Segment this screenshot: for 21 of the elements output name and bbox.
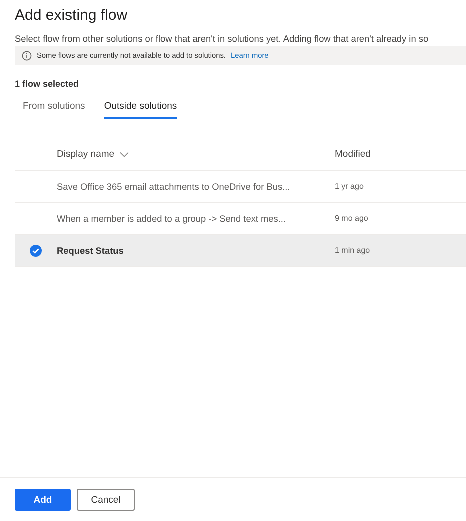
table-row[interactable]: Request Status 1 min ago (15, 235, 466, 267)
selection-count: 1 flow selected (15, 79, 80, 89)
column-header-label: Display name (57, 149, 115, 160)
column-header[interactable]: Modified (335, 149, 466, 160)
dialog-title: Add existing flow (15, 6, 129, 26)
table-cell-text: When a member is added to a group -> Send text mes... (57, 214, 288, 224)
tab[interactable]: From solutions (23, 101, 86, 119)
description-text: Select flow from other solutions or flow that aren't in solutions yet. Adding flow that aren't already in so (15, 34, 430, 44)
cancel-button[interactable]: Cancel (77, 489, 135, 511)
check-circle-icon[interactable] (30, 244, 42, 256)
info-icon (22, 50, 32, 60)
table-cell-text: Save Office 365 email attachments to OneDrive for Bus... (57, 182, 292, 192)
table-cell-text: Request Status (57, 246, 125, 256)
table-cell-text: 1 yr ago (335, 182, 365, 191)
table-cell-text: 1 min ago (335, 246, 372, 255)
column-header[interactable]: Display name (57, 149, 335, 160)
table-cell-text: 9 mo ago (335, 214, 370, 223)
add-button[interactable]: Add (15, 489, 71, 511)
table-row[interactable]: Save Office 365 email attachments to OneDrive for Bus... 1 yr ago (15, 171, 466, 203)
tab[interactable]: Outside solutions (104, 101, 178, 119)
chevron-down-icon (120, 152, 129, 158)
